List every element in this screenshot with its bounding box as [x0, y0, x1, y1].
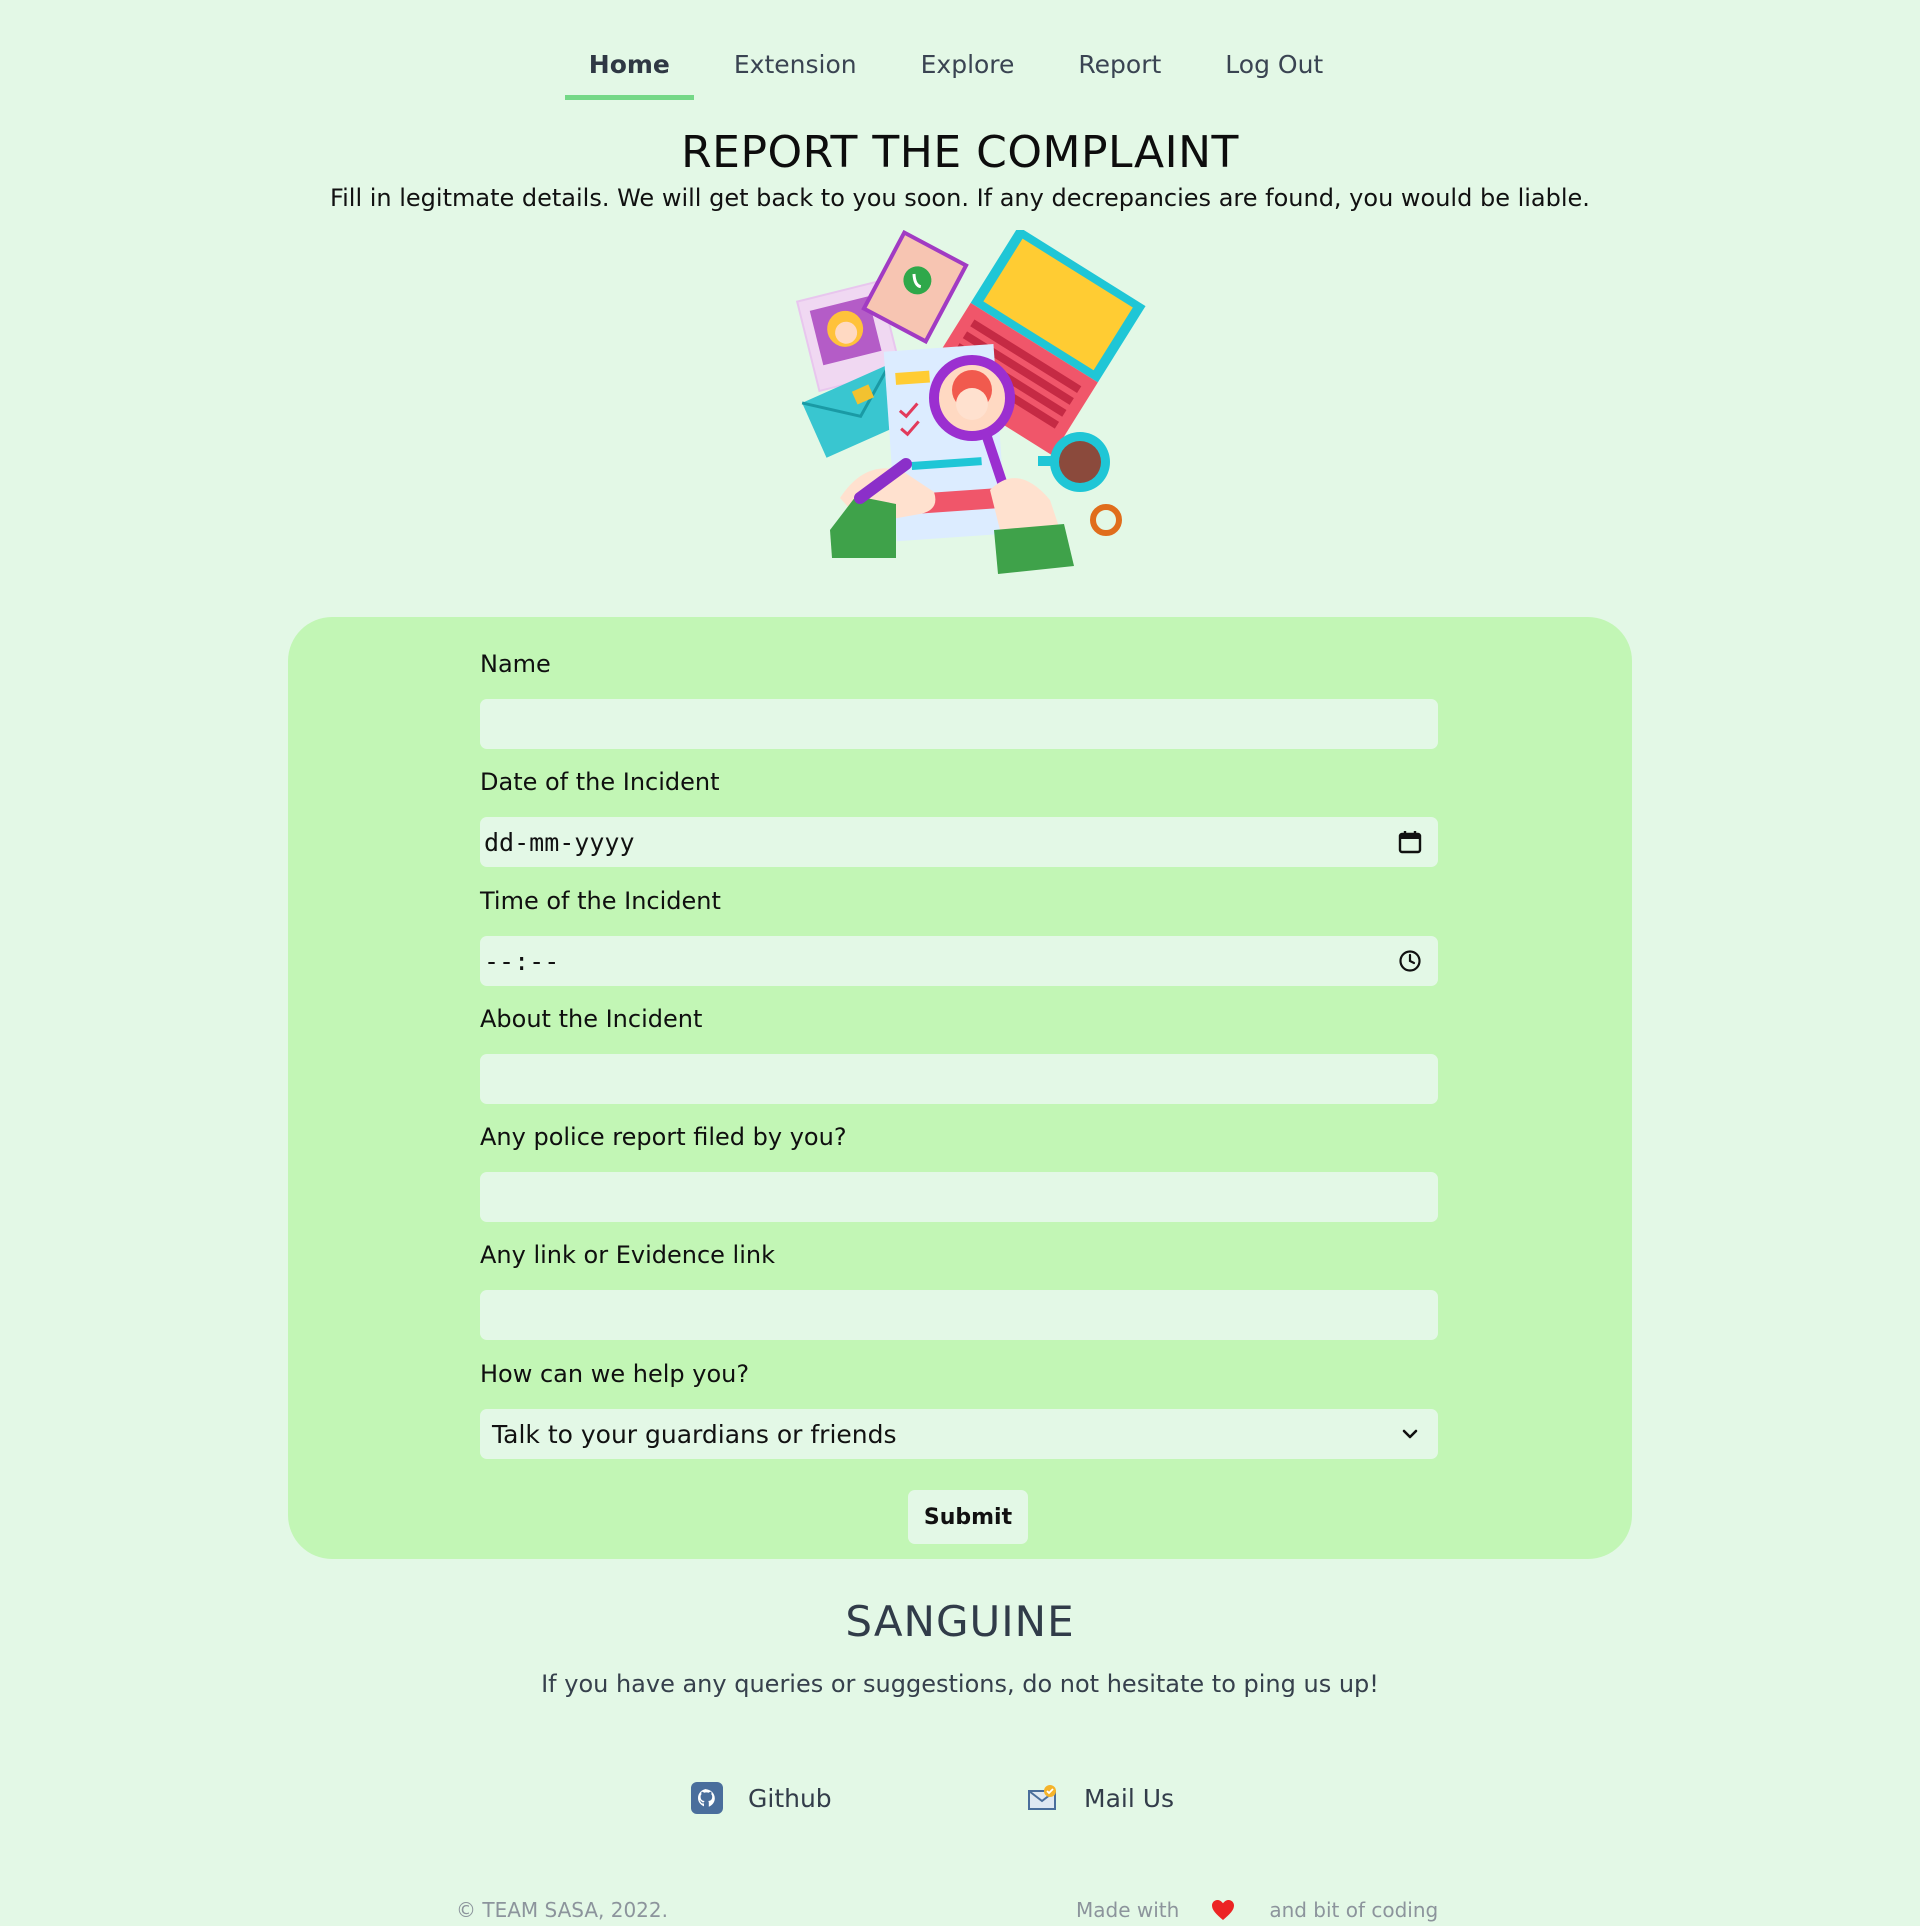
clock-icon[interactable]: [1396, 947, 1424, 975]
github-icon: [691, 1782, 723, 1814]
chevron-down-icon: [1396, 1420, 1424, 1448]
nav-item-home[interactable]: Home: [564, 40, 694, 100]
help-label: How can we help you?: [480, 1360, 750, 1388]
page-title: REPORT THE COMPLAINT: [681, 127, 1239, 178]
help-select-value: Talk to your guardians or friends: [492, 1419, 897, 1449]
time-input-value: --:--: [484, 946, 560, 976]
submit-button[interactable]: Submit: [908, 1490, 1028, 1544]
evidence-link-input[interactable]: [480, 1290, 1438, 1340]
page-subtitle: Fill in legitmate details. We will get b…: [330, 184, 1590, 212]
mail-icon: [1028, 1785, 1056, 1810]
mail-us-label: Mail Us: [1084, 1783, 1175, 1813]
github-link[interactable]: Github: [690, 1781, 832, 1815]
police-report-label: Any police report filed by you?: [480, 1123, 847, 1151]
footer-tagline: If you have any queries or suggestions, …: [541, 1670, 1379, 1698]
nav-item-extension[interactable]: Extension: [710, 40, 881, 100]
about-input[interactable]: [480, 1054, 1438, 1104]
copyright-text: © TEAM SASA, 2022.: [456, 1898, 668, 1922]
date-label: Date of the Incident: [480, 768, 720, 796]
top-navigation: Home Extension Explore Report Log Out: [0, 40, 1920, 100]
mail-us-link[interactable]: Mail Us: [1026, 1781, 1174, 1815]
nav-items: Home Extension Explore Report Log Out: [564, 40, 1355, 100]
complaint-form: Name Date of the Incident dd-mm-yyyy Tim…: [288, 617, 1632, 1559]
about-label: About the Incident: [480, 1005, 703, 1033]
time-input[interactable]: --:--: [480, 936, 1438, 986]
made-with-text: Made with: [1076, 1898, 1180, 1922]
nav-item-report[interactable]: Report: [1054, 40, 1185, 100]
nav-item-logout[interactable]: Log Out: [1201, 40, 1347, 100]
coding-text: and bit of coding: [1269, 1898, 1439, 1922]
date-input-value: dd-mm-yyyy: [484, 827, 635, 857]
police-report-input[interactable]: [480, 1172, 1438, 1222]
heart-icon: [1212, 1900, 1235, 1920]
brand-name: SANGUINE: [845, 1597, 1075, 1646]
help-select[interactable]: Talk to your guardians or friends: [480, 1409, 1438, 1459]
time-label: Time of the Incident: [480, 887, 721, 915]
github-label: Github: [748, 1783, 832, 1813]
date-input[interactable]: dd-mm-yyyy: [480, 817, 1438, 867]
name-input[interactable]: [480, 699, 1438, 749]
nav-item-explore[interactable]: Explore: [897, 40, 1039, 100]
made-with-line: Made with and bit of coding: [1076, 1898, 1438, 1922]
name-label: Name: [480, 650, 551, 678]
report-illustration: [795, 230, 1146, 574]
calendar-icon[interactable]: [1396, 828, 1424, 856]
evidence-link-label: Any link or Evidence link: [480, 1241, 775, 1269]
